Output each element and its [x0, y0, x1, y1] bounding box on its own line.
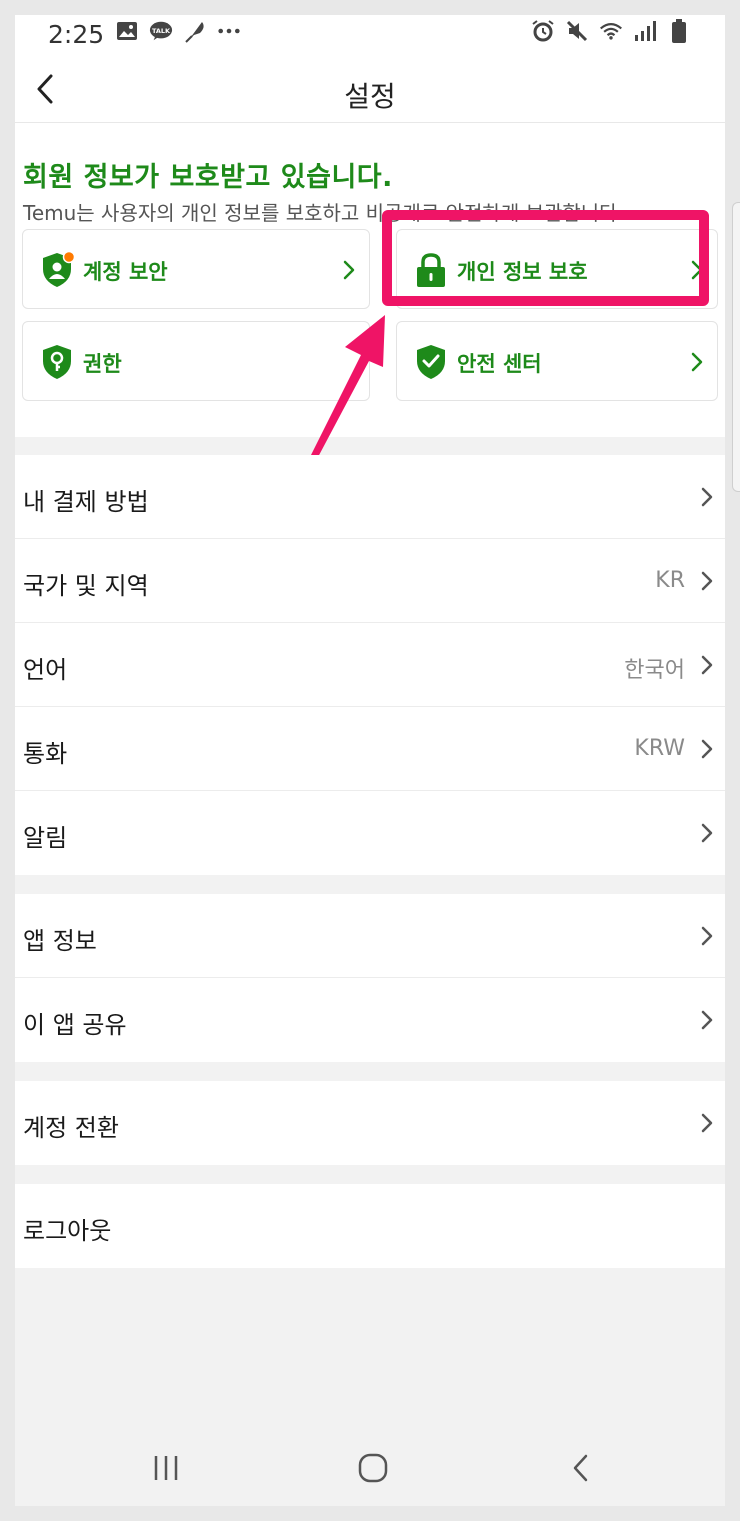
back-icon	[573, 1454, 588, 1482]
chevron-right-icon	[701, 823, 713, 843]
mute-icon	[565, 19, 589, 43]
chevron-right-icon	[701, 487, 713, 507]
row-value: KR	[655, 568, 685, 593]
status-bar: 2:25 TALK	[15, 15, 725, 57]
check-shield-icon	[417, 345, 445, 379]
page-title: 설정	[344, 80, 396, 113]
signal-icon	[633, 19, 657, 43]
row-language[interactable]: 언어 한국어	[15, 623, 725, 707]
chevron-right-icon	[701, 739, 713, 759]
settings-group-account: 계정 전환	[15, 1081, 725, 1165]
card-privacy-protection[interactable]: 개인 정보 보호	[396, 229, 718, 309]
row-logout[interactable]: 로그아웃	[15, 1184, 725, 1268]
row-label: 계정 전환	[23, 1114, 119, 1142]
recent-apps-button[interactable]	[146, 1448, 186, 1488]
status-right-icons	[531, 19, 691, 43]
chevron-right-icon	[343, 260, 355, 280]
svg-text:TALK: TALK	[152, 27, 171, 35]
lock-icon	[417, 253, 445, 287]
row-country-region[interactable]: 국가 및 지역 KR	[15, 539, 725, 623]
card-permissions[interactable]: 권한	[22, 321, 370, 401]
card-account-security[interactable]: 계정 보안	[22, 229, 370, 309]
recent-apps-icon	[154, 1456, 178, 1480]
protection-subtitle: Temu는 사용자의 개인 정보를 보호하고 비공개로 안전하게 보관합니다.	[23, 201, 624, 225]
row-label: 통화	[23, 740, 68, 768]
row-label: 언어	[23, 656, 68, 684]
gallery-icon	[115, 19, 139, 43]
card-label: 개인 정보 보호	[457, 260, 588, 284]
card-label: 권한	[83, 352, 122, 376]
settings-group-app: 앱 정보 이 앱 공유	[15, 894, 725, 1062]
settings-group-general: 내 결제 방법 국가 및 지역 KR 언어 한국어 통화 KRW 알림	[15, 455, 725, 875]
system-navigation-bar	[15, 1426, 725, 1506]
card-label: 안전 센터	[457, 352, 542, 376]
protection-title: 회원 정보가 보호받고 있습니다.	[23, 162, 393, 193]
chevron-right-icon	[701, 655, 713, 675]
row-app-info[interactable]: 앱 정보	[15, 894, 725, 978]
edge-panel-handle[interactable]	[732, 202, 740, 492]
row-label: 앱 정보	[23, 927, 97, 955]
kakaotalk-icon: TALK	[149, 19, 173, 43]
row-value: KRW	[634, 736, 685, 761]
row-notifications[interactable]: 알림	[15, 791, 725, 875]
more-dots-icon	[217, 19, 241, 43]
chevron-right-icon	[701, 1010, 713, 1030]
home-button[interactable]	[353, 1448, 393, 1488]
key-shield-icon	[43, 345, 71, 379]
row-label: 이 앱 공유	[23, 1011, 127, 1039]
system-back-button[interactable]	[561, 1448, 601, 1488]
home-icon	[358, 1453, 388, 1483]
battery-icon	[667, 19, 691, 43]
alarm-icon	[531, 19, 555, 43]
row-label: 알림	[23, 824, 68, 852]
settings-screen: 2:25 TALK 설정 회원 정보가 보호받고 있습니다. Temu는 사용자…	[15, 15, 725, 1506]
chevron-right-icon	[701, 1113, 713, 1133]
row-label: 로그아웃	[23, 1217, 112, 1245]
app-header: 설정	[15, 57, 725, 123]
chevron-right-icon	[691, 352, 703, 372]
card-label: 계정 보안	[83, 260, 168, 284]
card-safety-center[interactable]: 안전 센터	[396, 321, 718, 401]
row-label: 내 결제 방법	[23, 488, 149, 516]
row-switch-account[interactable]: 계정 전환	[15, 1081, 725, 1165]
row-label: 국가 및 지역	[23, 572, 149, 600]
row-share-app[interactable]: 이 앱 공유	[15, 978, 725, 1062]
chevron-right-icon	[701, 571, 713, 591]
wifi-icon	[599, 19, 623, 43]
settings-group-logout: 로그아웃	[15, 1184, 725, 1268]
row-value: 한국어	[624, 658, 685, 683]
chevron-right-icon	[701, 926, 713, 946]
status-left-icons: TALK	[115, 19, 241, 43]
row-currency[interactable]: 통화 KRW	[15, 707, 725, 791]
status-time: 2:25	[48, 20, 105, 49]
feather-icon	[183, 19, 207, 43]
account-security-icon	[43, 251, 75, 287]
row-payment-methods[interactable]: 내 결제 방법	[15, 455, 725, 539]
chevron-right-icon	[691, 260, 703, 280]
